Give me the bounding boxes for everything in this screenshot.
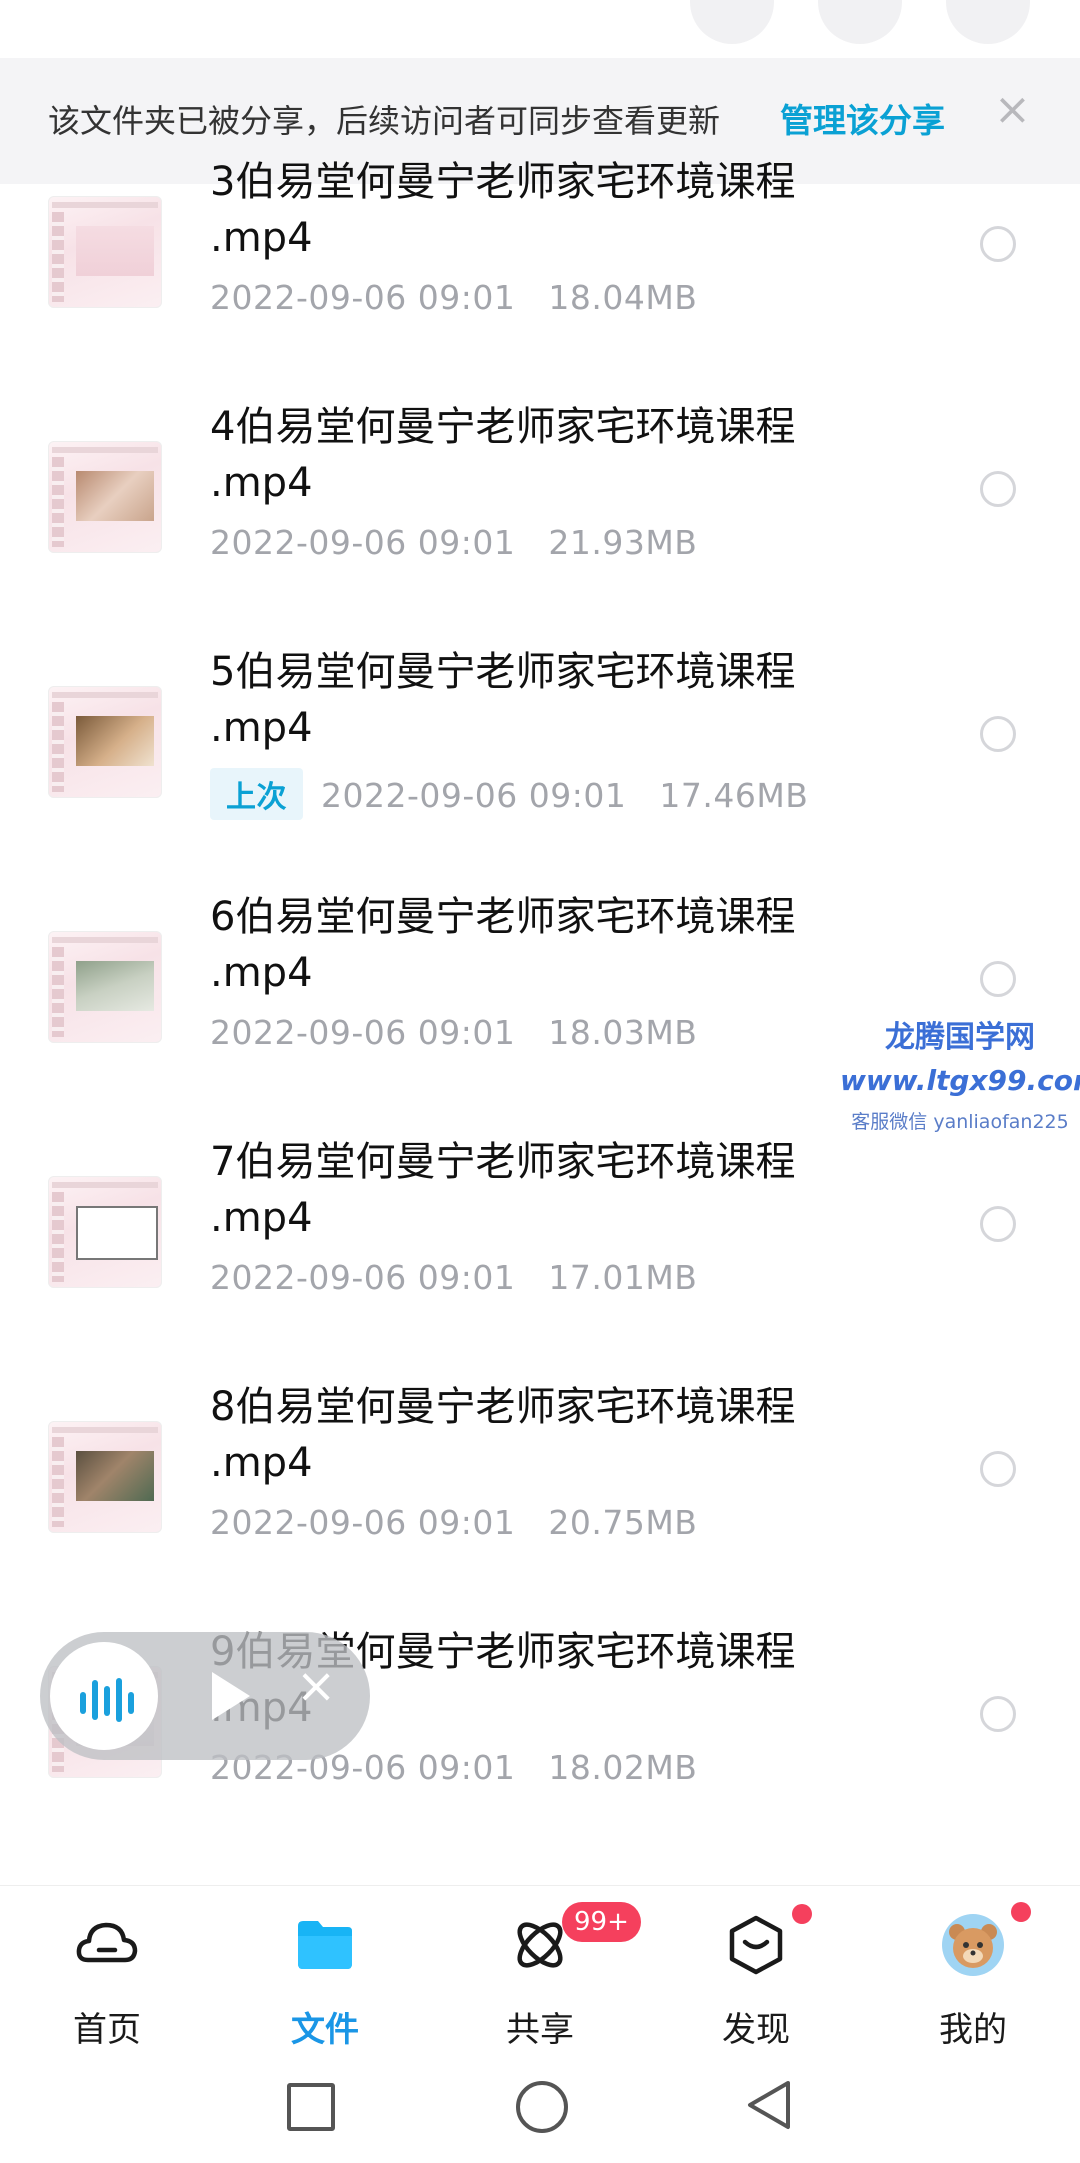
select-radio[interactable] [980,716,1016,752]
system-nav-bar [0,2051,1080,2163]
file-meta: 2022-09-06 09:01 20.75MB [210,1503,697,1542]
list-item[interactable]: 8伯易堂何曼宁老师家宅环境课程 .mp4 2022-09-06 09:01 20… [0,1379,1080,1624]
file-date: 2022-09-06 09:01 [210,278,516,317]
file-name: 4伯易堂何曼宁老师家宅环境课程 .mp4 [210,404,796,506]
file-meta: 2022-09-06 09:01 18.04MB [210,278,697,317]
video-thumbnail [48,686,162,798]
file-name: 8伯易堂何曼宁老师家宅环境课程 .mp4 [210,1384,796,1486]
recent-apps-button[interactable] [287,2083,335,2131]
file-size: 20.75MB [548,1503,698,1542]
tab-label: 发现 [722,2010,790,2050]
video-thumbnail [48,1176,162,1288]
file-meta: 2022-09-06 09:01 21.93MB [210,523,697,562]
top-action-button[interactable] [818,0,902,44]
tab-share[interactable]: 99+ 共享 [450,1886,641,2052]
back-button[interactable] [744,2077,794,2133]
close-icon[interactable]: × [296,1662,336,1710]
file-size: 18.02MB [548,1748,698,1787]
play-icon[interactable] [212,1672,250,1720]
select-radio[interactable] [980,471,1016,507]
file-date: 2022-09-06 09:01 [321,776,627,815]
watermark-title: 龙腾国学网 [885,1020,1035,1055]
last-played-badge: 上次 [210,768,303,820]
file-date: 2022-09-06 09:01 [210,1503,516,1542]
list-item[interactable]: 5伯易堂何曼宁老师家宅环境课程 .mp4 上次 2022-09-06 09:01 … [0,644,1080,889]
select-radio[interactable] [980,1451,1016,1487]
file-date: 2022-09-06 09:01 [210,523,516,562]
file-size: 18.04MB [548,278,698,317]
file-date: 2022-09-06 09:01 [210,1013,516,1052]
top-action-button[interactable] [946,0,1030,44]
close-icon[interactable]: × [994,88,1031,132]
notification-badge: 99+ [562,1902,641,1942]
avatar-bear-icon [942,1914,1004,1976]
tab-label: 我的 [939,2010,1007,2050]
select-radio[interactable] [980,1206,1016,1242]
list-item[interactable]: 3伯易堂何曼宁老师家宅环境课程 .mp4 2022-09-06 09:01 18… [0,154,1080,399]
video-thumbnail [48,931,162,1043]
home-cloud-icon [76,1922,138,1963]
top-strip [0,0,1080,58]
file-size: 17.46MB [659,776,809,815]
tab-label: 文件 [291,2010,359,2050]
list-item[interactable]: 4伯易堂何曼宁老师家宅环境课程 .mp4 2022-09-06 09:01 21… [0,399,1080,644]
top-action-button[interactable] [690,0,774,44]
manage-share-link[interactable]: 管理该分享 [780,94,945,142]
video-thumbnail [48,196,162,308]
tab-me[interactable]: 我的 [883,1886,1063,2052]
select-radio[interactable] [980,1696,1016,1732]
tab-label: 共享 [506,2010,574,2050]
watermark-contact: 客服微信 yanliaofan225 [851,1111,1069,1133]
share-banner-text: 该文件夹已被分享，后续访问者可同步查看更新 [48,102,721,140]
floating-audio-player[interactable]: × [40,1632,370,1760]
watermark-url: www.ltgx99.com [840,1064,1080,1097]
file-name: 5伯易堂何曼宁老师家宅环境课程 .mp4 [210,649,796,751]
video-thumbnail [48,1421,162,1533]
tab-files[interactable]: 文件 [235,1886,415,2052]
list-item[interactable]: 7伯易堂何曼宁老师家宅环境课程 .mp4 2022-09-06 09:01 17… [0,1134,1080,1379]
file-meta: 2022-09-06 09:01 18.03MB [210,1013,697,1052]
tab-home[interactable]: 首页 [17,1886,197,2052]
tab-discover[interactable]: 发现 [666,1886,846,2052]
watermark: 龙腾国学网 www.ltgx99.com 客服微信 yanliaofan225 [840,1012,1080,1134]
home-button[interactable] [516,2081,568,2133]
file-name: 7伯易堂何曼宁老师家宅环境课程 .mp4 [210,1139,796,1241]
select-radio[interactable] [980,961,1016,997]
file-meta: 上次 2022-09-06 09:01 17.46MB [210,768,808,820]
tab-label: 首页 [73,2010,141,2050]
file-meta: 2022-09-06 09:01 17.01MB [210,1258,697,1297]
file-name: 3伯易堂何曼宁老师家宅环境课程 .mp4 [210,159,796,261]
file-size: 21.93MB [548,523,698,562]
audio-wave-icon[interactable] [50,1642,158,1750]
bottom-tab-bar: 首页 文件 99+ 共享 发现 我的 [0,1885,1080,2052]
folder-icon [298,1921,352,1969]
discover-box-icon [729,1915,783,1975]
file-date: 2022-09-06 09:01 [210,1258,516,1297]
notification-dot [792,1904,812,1924]
video-thumbnail [48,441,162,553]
file-size: 17.01MB [548,1258,698,1297]
select-radio[interactable] [980,226,1016,262]
file-name: 6伯易堂何曼宁老师家宅环境课程 .mp4 [210,894,796,996]
file-size: 18.03MB [548,1013,698,1052]
notification-dot [1011,1902,1031,1922]
